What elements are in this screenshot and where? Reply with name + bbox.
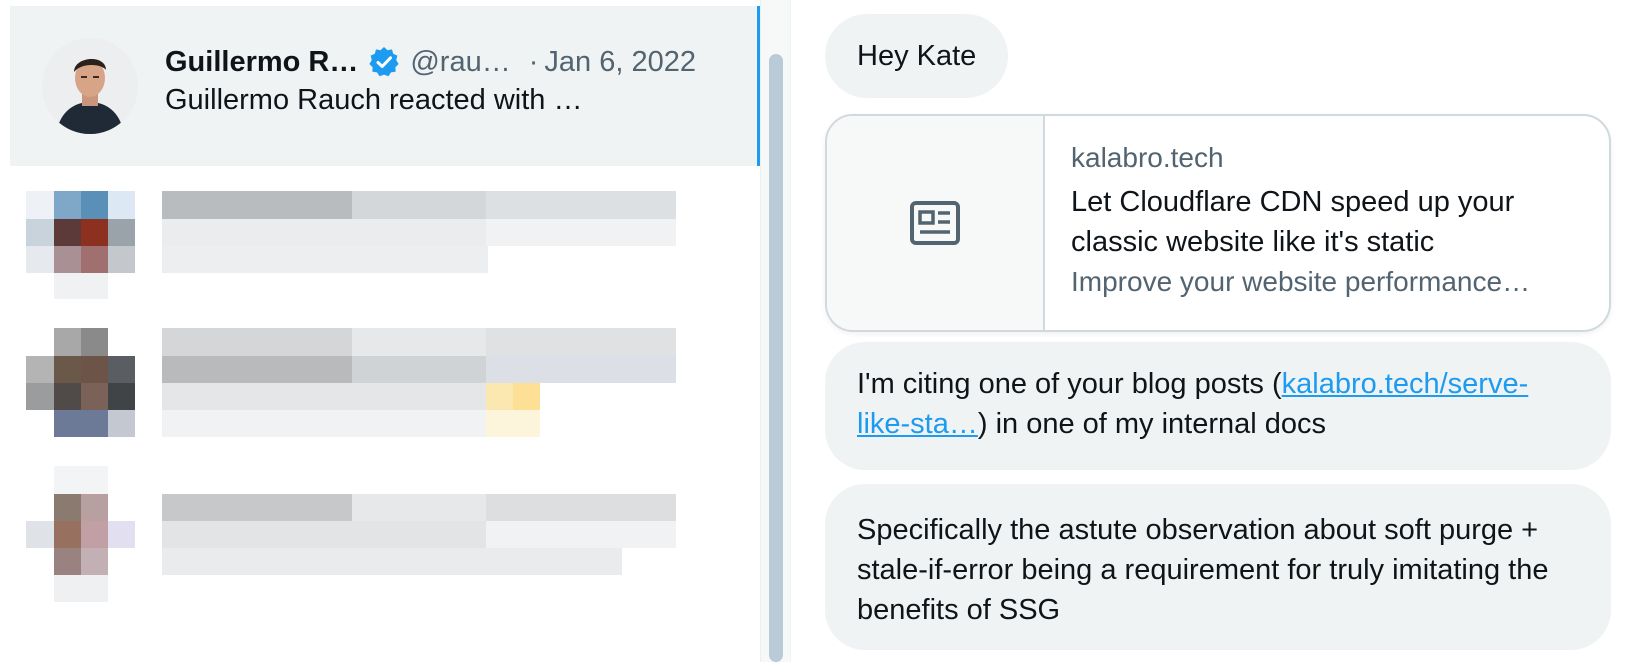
message-bubble-specific: Specifically the astute observation abou…: [825, 484, 1611, 650]
conversation-date: Jan 6, 2022: [544, 45, 696, 78]
link-preview-card[interactable]: kalabro.tech Let Cloudflare CDN speed up…: [825, 114, 1611, 332]
link-preview-thumbnail: [827, 116, 1045, 330]
conversation-list-pane: Guillermo R… @rau… · Jan 6, 2022 Guiller…: [0, 0, 791, 662]
conversation-item-blurred[interactable]: [26, 191, 686, 301]
conversation-list: Guillermo R… @rau… · Jan 6, 2022 Guiller…: [10, 6, 760, 662]
link-preview-description: Improve your website performance…: [1071, 266, 1531, 297]
conversation-item-blurred[interactable]: [26, 466, 686, 602]
article-icon: [910, 201, 960, 245]
message-text: Specifically the astute observation abou…: [857, 514, 1549, 626]
scrollbar-thumb[interactable]: [769, 54, 783, 662]
link-preview-text: kalabro.tech Let Cloudflare CDN speed up…: [1071, 142, 1591, 298]
conversation-preview: Guillermo Rauch reacted with …: [165, 84, 583, 116]
avatar[interactable]: [42, 38, 138, 134]
conversation-item-blurred[interactable]: [26, 328, 686, 438]
message-bubble-citation: I'm citing one of your blog posts (kalab…: [825, 342, 1611, 470]
verified-badge-icon: [368, 46, 400, 78]
avatar-portrait: [42, 38, 138, 134]
conversation-list-scrollbar[interactable]: [760, 0, 791, 662]
conversation-header: Guillermo R… @rau… · Jan 6, 2022: [165, 42, 725, 82]
message-text-before: I'm citing one of your blog posts (: [857, 368, 1282, 400]
conversation-handle: @rau…: [410, 45, 511, 78]
message-text-after: ) in one of my internal docs: [977, 408, 1327, 440]
message-bubble-greeting: Hey Kate: [825, 14, 1009, 98]
message-text: Hey Kate: [857, 39, 977, 72]
conversation-name: Guillermo R…: [165, 45, 359, 78]
conversation-date-separator: ·: [528, 45, 539, 78]
link-preview-title: Let Cloudflare CDN speed up your classic…: [1071, 186, 1515, 258]
chat-pane: Hey Kate kalabro.tech Let Cloudflare CDN…: [790, 0, 1650, 662]
link-preview-domain: kalabro.tech: [1071, 142, 1224, 173]
conversation-item-active[interactable]: Guillermo R… @rau… · Jan 6, 2022 Guiller…: [10, 6, 760, 166]
